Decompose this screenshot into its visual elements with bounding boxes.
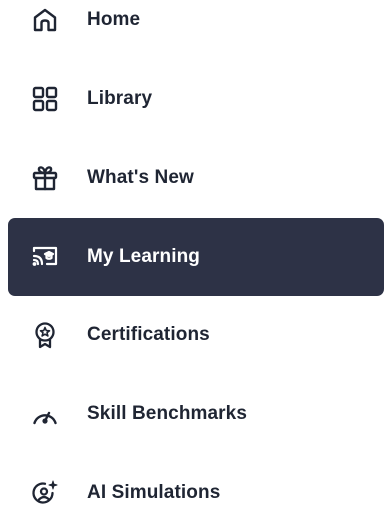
sidebar-item-skill-benchmarks[interactable]: Skill Benchmarks xyxy=(8,375,384,453)
certification-badge-icon xyxy=(30,320,60,350)
sidebar-item-label: Skill Benchmarks xyxy=(87,403,248,424)
sidebar-item-label: AI Simulations xyxy=(87,482,221,503)
sidebar-item-label: What's New xyxy=(87,167,194,188)
ai-simulation-icon xyxy=(30,478,60,508)
sidebar-item-my-learning[interactable]: My Learning xyxy=(8,218,384,296)
sidebar-item-library[interactable]: Library xyxy=(8,60,384,138)
sidebar-item-ai-simulations[interactable]: AI Simulations xyxy=(8,454,384,508)
sidebar-item-label: Library xyxy=(87,88,153,109)
sidebar-item-label: My Learning xyxy=(87,246,201,267)
sidebar-item-certifications[interactable]: Certifications xyxy=(8,296,384,374)
home-icon xyxy=(30,5,60,35)
sidebar-item-label: Certifications xyxy=(87,324,210,345)
gauge-icon xyxy=(30,399,60,429)
my-learning-icon xyxy=(30,242,60,272)
sidebar-item-home[interactable]: Home xyxy=(8,0,384,59)
library-grid-icon xyxy=(30,84,60,114)
sidebar-item-whats-new[interactable]: What's New xyxy=(8,139,384,217)
gift-icon xyxy=(30,163,60,193)
sidebar-nav: Home Library What's New My Learning Cert… xyxy=(0,0,384,508)
sidebar-item-label: Home xyxy=(87,9,141,30)
